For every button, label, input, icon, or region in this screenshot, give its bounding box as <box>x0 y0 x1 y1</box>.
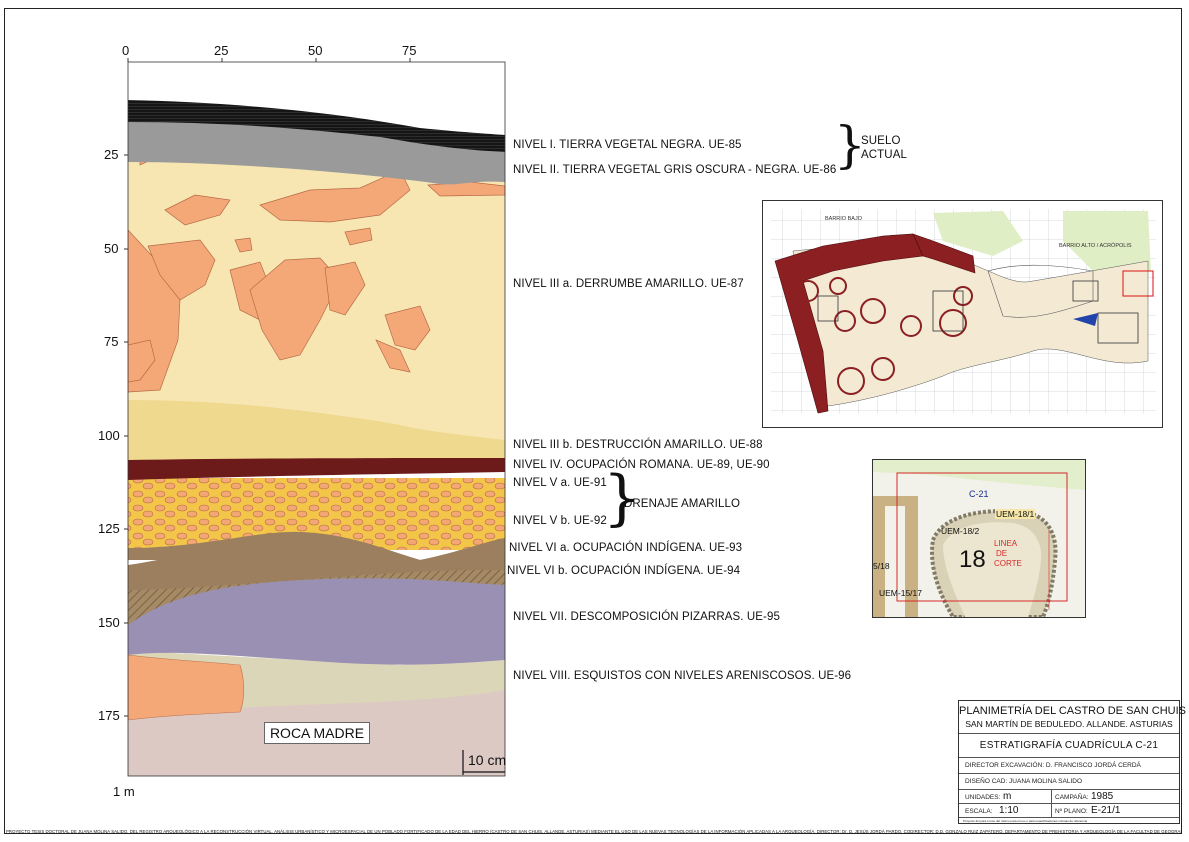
y-tick-label: 125 <box>98 521 120 536</box>
y-axis-ticks <box>124 154 128 717</box>
title-block: PLANIMETRÍA DEL CASTRO DE SAN CHUIS SAN … <box>958 700 1186 825</box>
campana-label: CAMPAÑA: <box>1055 794 1089 801</box>
sheet-title-row: ESTRATIGRAFÍA CUADRÍCULA C-21 <box>959 733 1179 757</box>
layer-8-stones <box>128 654 245 721</box>
y-tick-label: 175 <box>98 708 120 723</box>
structure-number: 18 <box>959 546 986 573</box>
scale-label: 10 cm <box>468 752 507 768</box>
y-tick-label: 150 <box>98 615 120 630</box>
suelo-label-1: SUELO <box>861 135 901 147</box>
barrio-bajo-label: BARRIO BAJO <box>825 216 863 222</box>
director-row: DIRECTOR EXCAVACIÓN: D. FRANCISCO JORDÁ … <box>959 757 1179 773</box>
x-axis-ticks <box>127 58 411 62</box>
suelo-label-2: ACTUAL <box>861 149 907 161</box>
layer-label-2: NIVEL II. TIERRA VEGETAL GRIS OSCURA - N… <box>513 164 837 176</box>
linea-label-3: CORTE <box>994 559 1022 568</box>
x-tick-label: 75 <box>402 43 417 58</box>
layer-label-1: NIVEL I. TIERRA VEGETAL NEGRA. UE-85 <box>513 139 742 151</box>
campana-value: 1985 <box>1091 791 1114 802</box>
y-tick-label: 50 <box>104 241 119 256</box>
escala-row: ESCALA: 1:10 Nº PLANO: E-21/1 <box>959 803 1179 817</box>
layer-label-8: NIVEL VIII. ESQUISTOS CON NIVELES ARENIS… <box>513 670 852 682</box>
x-tick-label: 25 <box>214 43 229 58</box>
uem-15-17-label: UEM-15/17 <box>879 588 922 598</box>
layer-label-5a: NIVEL V a. UE-91 <box>513 477 607 489</box>
layer-label-4: NIVEL IV. OCUPACIÓN ROMANA. UE-89, UE-90 <box>513 459 770 471</box>
unidades-row: UNIDADES: m CAMPAÑA: 1985 <box>959 789 1179 818</box>
title-block-subtitle: SAN MARTÍN DE BEDULEDO. ALLANDE. ASTURIA… <box>965 719 1173 729</box>
plano-label: Nº PLANO: <box>1055 808 1088 815</box>
y-tick-label: 100 <box>98 428 120 443</box>
plano-value: E-21/1 <box>1091 805 1121 816</box>
site-plan-drawing: BARRIO BAJO BARRIO ALTO / ACRÓPOLIS <box>771 209 1156 414</box>
layer-label-6b: NIVEL VI b. OCUPACIÓN INDÍGENA. UE-94 <box>507 565 741 577</box>
detail-map-c21: C-21 UEM-18/1 UEM-18/2 18 LINEA DE CORTE… <box>872 459 1086 618</box>
diseno-text: DISEÑO CAD: JUANA MOLINA SALIDO <box>965 778 1083 785</box>
roca-madre-label: ROCA MADRE <box>264 722 370 744</box>
escala-value: 1:10 <box>999 805 1019 816</box>
x-tick-label: 50 <box>308 43 323 58</box>
barrio-alto-label: BARRIO ALTO / ACRÓPOLIS <box>1059 242 1132 249</box>
title-block-title: PLANIMETRÍA DEL CASTRO DE SAN CHUIS <box>959 705 1186 717</box>
y-tick-label: 25 <box>104 147 119 162</box>
unit-label: 1 m <box>113 784 135 799</box>
footer-credits: PROYECTO TESIS DOCTORAL DE JUANA MOLINA … <box>6 829 1182 834</box>
x-tick-label: 0 <box>122 43 130 58</box>
unidades-label: UNIDADES: <box>965 794 1001 801</box>
tiny-note: Proyecto fiel para el uso del mismo para… <box>963 819 1088 823</box>
escala-label: ESCALA: <box>965 808 993 815</box>
director-text: DIRECTOR EXCAVACIÓN: D. FRANCISCO JORDÁ … <box>965 762 1141 769</box>
layer-label-5b: NIVEL V b. UE-92 <box>513 515 607 527</box>
note-row: Proyecto fiel para el uso del mismo para… <box>959 817 1179 825</box>
uem-18-1-label: UEM-18/1 <box>995 509 1036 519</box>
y-tick-label: 75 <box>104 334 119 349</box>
layers-group <box>128 100 505 776</box>
layer-label-3b: NIVEL III b. DESTRUCCIÓN AMARILLO. UE-88 <box>513 439 763 451</box>
drenaje-label: DRENAJE AMARILLO <box>624 498 740 510</box>
sheet-title: ESTRATIGRAFÍA CUADRÍCULA C-21 <box>979 740 1159 751</box>
site-plan-map: BARRIO BAJO BARRIO ALTO / ACRÓPOLIS <box>762 200 1163 428</box>
diseno-row: DISEÑO CAD: JUANA MOLINA SALIDO <box>959 773 1179 789</box>
left-edge-label: 5/18 <box>873 561 890 571</box>
linea-label-2: DE <box>996 549 1008 558</box>
c21-label: C-21 <box>969 489 989 499</box>
layer-label-7: NIVEL VII. DESCOMPOSICIÓN PIZARRAS. UE-9… <box>513 611 780 623</box>
linea-label-1: LINEA <box>994 539 1018 548</box>
uem-18-2-label: UEM-18/2 <box>941 526 980 536</box>
layer-label-6a: NIVEL VI a. OCUPACIÓN INDÍGENA. UE-93 <box>509 542 743 554</box>
layer-label-3a: NIVEL III a. DERRUMBE AMARILLO. UE-87 <box>513 278 744 290</box>
unidades-value: m <box>1003 791 1012 802</box>
